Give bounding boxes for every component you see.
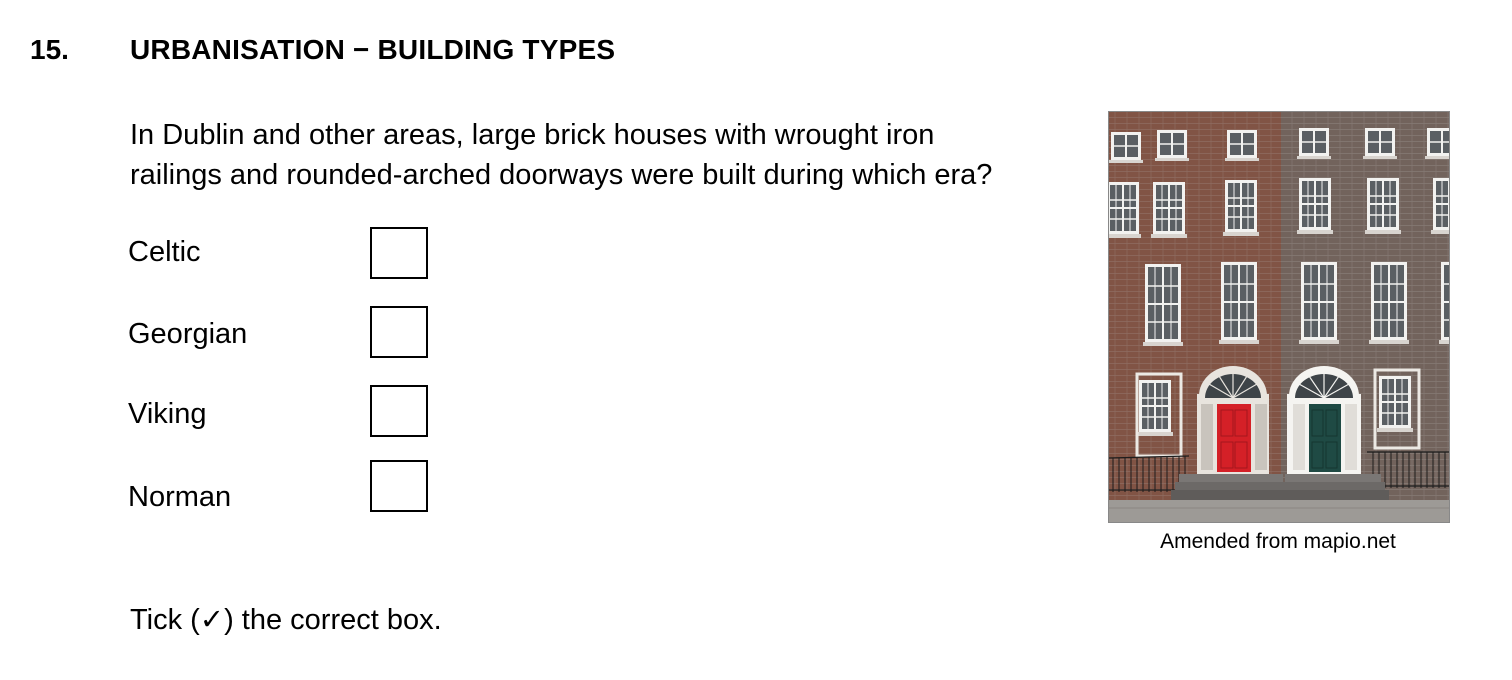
checkbox-georgian[interactable] — [370, 306, 428, 358]
checkbox-norman[interactable] — [370, 460, 428, 512]
option-label-celtic: Celtic — [128, 236, 201, 268]
question-text: In Dublin and other areas, large brick h… — [130, 115, 1090, 195]
image-caption: Amended from mapio.net — [1160, 530, 1396, 553]
option-label-georgian: Georgian — [128, 318, 248, 350]
question-text-line-2: railings and rounded-arched doorways wer… — [130, 159, 993, 191]
question-title: URBANISATION − BUILDING TYPES — [130, 34, 616, 65]
checkbox-celtic[interactable] — [370, 227, 428, 279]
question-text-line-1: In Dublin and other areas, large brick h… — [130, 119, 935, 151]
option-label-norman: Norman — [128, 481, 232, 513]
option-label-viking: Viking — [128, 398, 207, 430]
instruction-text: Tick (✓) the correct box. — [130, 604, 442, 636]
question-number: 15. — [30, 34, 69, 65]
checkbox-viking[interactable] — [370, 385, 428, 437]
georgian-houses-photo — [1108, 111, 1450, 523]
